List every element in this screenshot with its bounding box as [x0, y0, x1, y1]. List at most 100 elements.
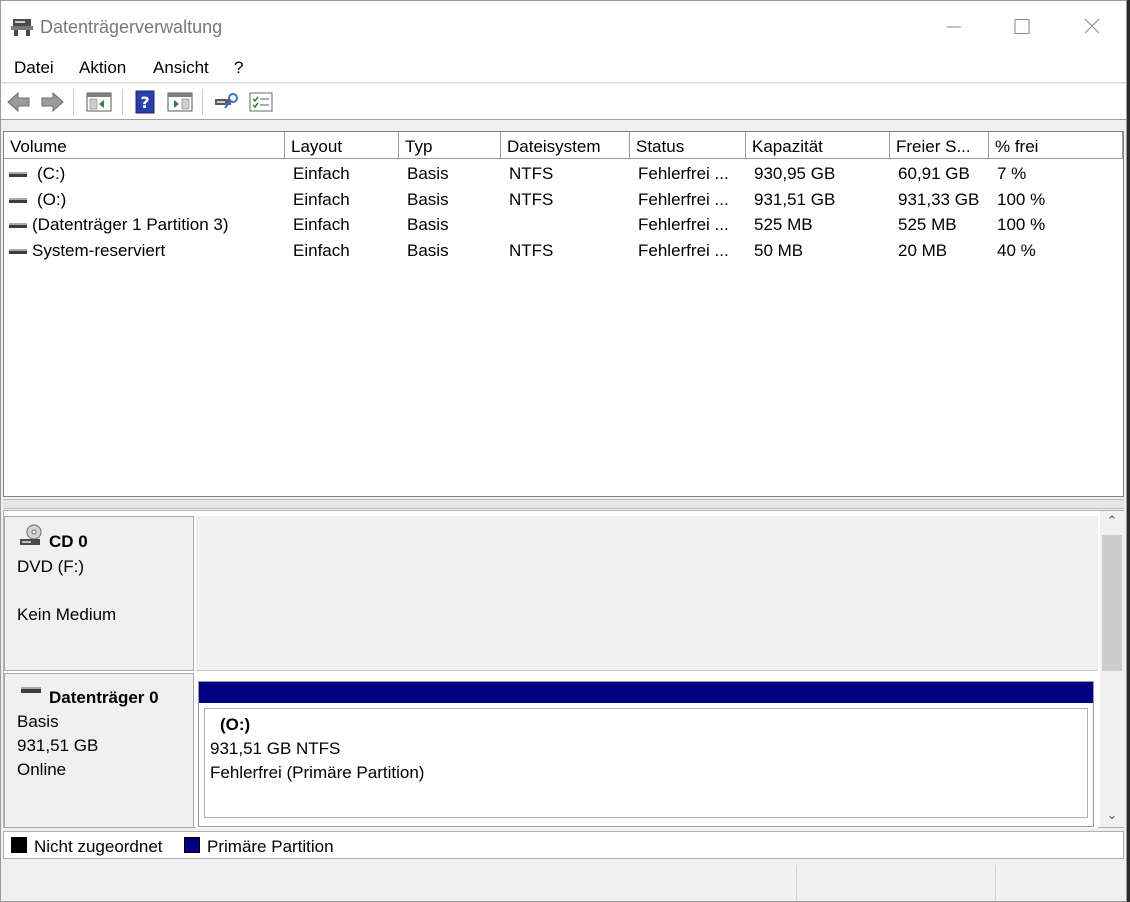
drive-icon [9, 198, 27, 203]
partition-body: (O:) 931,51 GB NTFS Fehlerfrei (Primäre … [204, 708, 1088, 818]
table-row[interactable]: (Datenträger 1 Partition 3) Einfach Basi… [4, 213, 1123, 238]
column-header-freier-speicher[interactable]: Freier S... [890, 132, 989, 159]
toolbar-separator [122, 89, 123, 115]
table-row[interactable]: (C:) Einfach Basis NTFS Fehlerfrei ... 9… [4, 162, 1123, 187]
status-separator [796, 865, 797, 901]
partition-name: (O:) [220, 715, 251, 734]
status-separator [995, 865, 996, 901]
disk-label-cd0[interactable]: CD 0 DVD (F:) Kein Medium [4, 516, 194, 671]
maximize-icon[interactable] [1007, 13, 1037, 41]
column-header-prozent-frei[interactable]: % frei [989, 132, 1123, 159]
drive-icon [9, 172, 27, 177]
menu-datei[interactable]: Datei [14, 58, 54, 78]
legend-swatch-unallocated [11, 837, 27, 853]
disk-management-window: Datenträgerverwaltung Datei Aktion Ansic… [0, 0, 1127, 902]
menu-ansicht[interactable]: Ansicht [153, 58, 209, 78]
drive-icon [9, 223, 27, 228]
cell-typ: Basis [407, 164, 449, 183]
partition-o[interactable]: (O:) 931,51 GB NTFS Fehlerfrei (Primäre … [198, 681, 1094, 827]
pane-splitter[interactable] [3, 499, 1124, 509]
disk-type: Basis [17, 712, 59, 731]
partition-size-filesystem: 931,51 GB NTFS [210, 739, 341, 758]
disk0-partition-area: (O:) 931,51 GB NTFS Fehlerfrei (Primäre … [196, 673, 1098, 828]
table-row[interactable]: System-reserviert Einfach Basis NTFS Feh… [4, 239, 1123, 264]
column-header-volume[interactable]: Volume [4, 132, 285, 159]
cell-dateisystem: NTFS [509, 190, 554, 209]
show-hide-action-pane-icon[interactable] [167, 90, 193, 114]
column-header-dateisystem[interactable]: Dateisystem [501, 132, 630, 159]
cell-volume: System-reserviert [32, 241, 166, 260]
table-row[interactable]: (O:) Einfach Basis NTFS Fehlerfrei ... 9… [4, 188, 1123, 213]
properties-list-icon[interactable] [248, 90, 274, 114]
cell-prozent-frei: 7 % [997, 164, 1027, 183]
console-tree-icon[interactable] [86, 90, 112, 114]
scroll-up-icon[interactable]: ⌃ [1104, 513, 1120, 529]
cell-status: Fehlerfrei ... [638, 215, 729, 234]
cell-kapazitaet: 50 MB [754, 241, 804, 260]
cell-status: Fehlerfrei ... [638, 241, 729, 260]
cell-kapazitaet: 931,51 GB [754, 190, 836, 209]
legend-label-primary: Primäre Partition [207, 837, 334, 856]
column-header-kapazitaet[interactable]: Kapazität [746, 132, 890, 159]
scroll-down-icon[interactable]: ⌄ [1104, 807, 1120, 823]
cell-kapazitaet: 525 MB [754, 215, 813, 234]
toolbar-separator [202, 89, 203, 115]
cell-prozent-frei: 40 % [997, 241, 1036, 260]
window-title: Datenträgerverwaltung [40, 17, 223, 37]
status-bar [1, 861, 1126, 901]
disk-management-app-icon [11, 19, 33, 36]
disk-name: CD 0 [49, 532, 88, 551]
menu-bar: Datei Aktion Ansicht ? [1, 53, 1126, 83]
toolbar-separator [73, 89, 74, 115]
disk-size: 931,51 GB [17, 736, 99, 755]
legend: Nicht zugeordnet Primäre Partition [3, 831, 1124, 859]
scroll-thumb[interactable] [1102, 535, 1122, 671]
cell-layout: Einfach [293, 164, 350, 183]
volume-list[interactable]: Volume Layout Typ Dateisystem Status Kap… [3, 131, 1124, 497]
partition-status: Fehlerfrei (Primäre Partition) [210, 763, 425, 782]
title-bar[interactable]: Datenträgerverwaltung [1, 1, 1126, 53]
cell-volume: (C:) [37, 164, 66, 183]
svg-text:?: ? [140, 93, 149, 112]
cell-status: Fehlerfrei ... [638, 164, 729, 183]
cell-status: Fehlerfrei ... [638, 190, 729, 209]
cell-layout: Einfach [293, 190, 350, 209]
cell-volume: (Datenträger 1 Partition 3) [32, 215, 229, 234]
disk-name: Datenträger 0 [49, 688, 159, 707]
rescan-disks-icon[interactable] [213, 90, 239, 114]
vertical-scrollbar[interactable]: ⌃ ⌄ [1100, 511, 1124, 827]
drive-icon [9, 249, 27, 254]
cell-layout: Einfach [293, 241, 350, 260]
column-header-layout[interactable]: Layout [285, 132, 399, 159]
cell-volume: (O:) [37, 190, 67, 209]
menu-help[interactable]: ? [234, 58, 243, 78]
partition-color-bar [199, 682, 1093, 703]
cell-dateisystem: NTFS [509, 241, 554, 260]
cd-drive-icon [20, 524, 42, 545]
close-icon[interactable] [1077, 13, 1107, 41]
disk-media-status: Kein Medium [17, 605, 117, 624]
disk-graphical-view: CD 0 DVD (F:) Kein Medium Datenträger 0 … [3, 510, 1124, 828]
help-icon[interactable]: ? [133, 90, 159, 114]
disk-drive-letter: DVD (F:) [17, 557, 85, 576]
back-icon[interactable] [6, 90, 32, 114]
forward-icon[interactable] [39, 90, 65, 114]
hard-disk-icon [21, 687, 41, 693]
cell-typ: Basis [407, 241, 449, 260]
menu-aktion[interactable]: Aktion [79, 58, 126, 78]
cell-typ: Basis [407, 215, 449, 234]
cell-prozent-frei: 100 % [997, 190, 1046, 209]
cell-freier-speicher: 60,91 GB [898, 164, 970, 183]
minimize-icon[interactable] [939, 13, 969, 41]
cell-freier-speicher: 20 MB [898, 241, 948, 260]
disk-label-disk0[interactable]: Datenträger 0 Basis 931,51 GB Online [4, 673, 194, 828]
toolbar: ? [1, 84, 1126, 120]
cell-kapazitaet: 930,95 GB [754, 164, 836, 183]
cell-typ: Basis [407, 190, 449, 209]
disk-state: Online [17, 760, 67, 779]
column-header-status[interactable]: Status [630, 132, 746, 159]
column-header-typ[interactable]: Typ [399, 132, 501, 159]
cell-freier-speicher: 931,33 GB [898, 190, 980, 209]
cd0-partition-area [196, 516, 1098, 671]
cell-prozent-frei: 100 % [997, 215, 1046, 234]
